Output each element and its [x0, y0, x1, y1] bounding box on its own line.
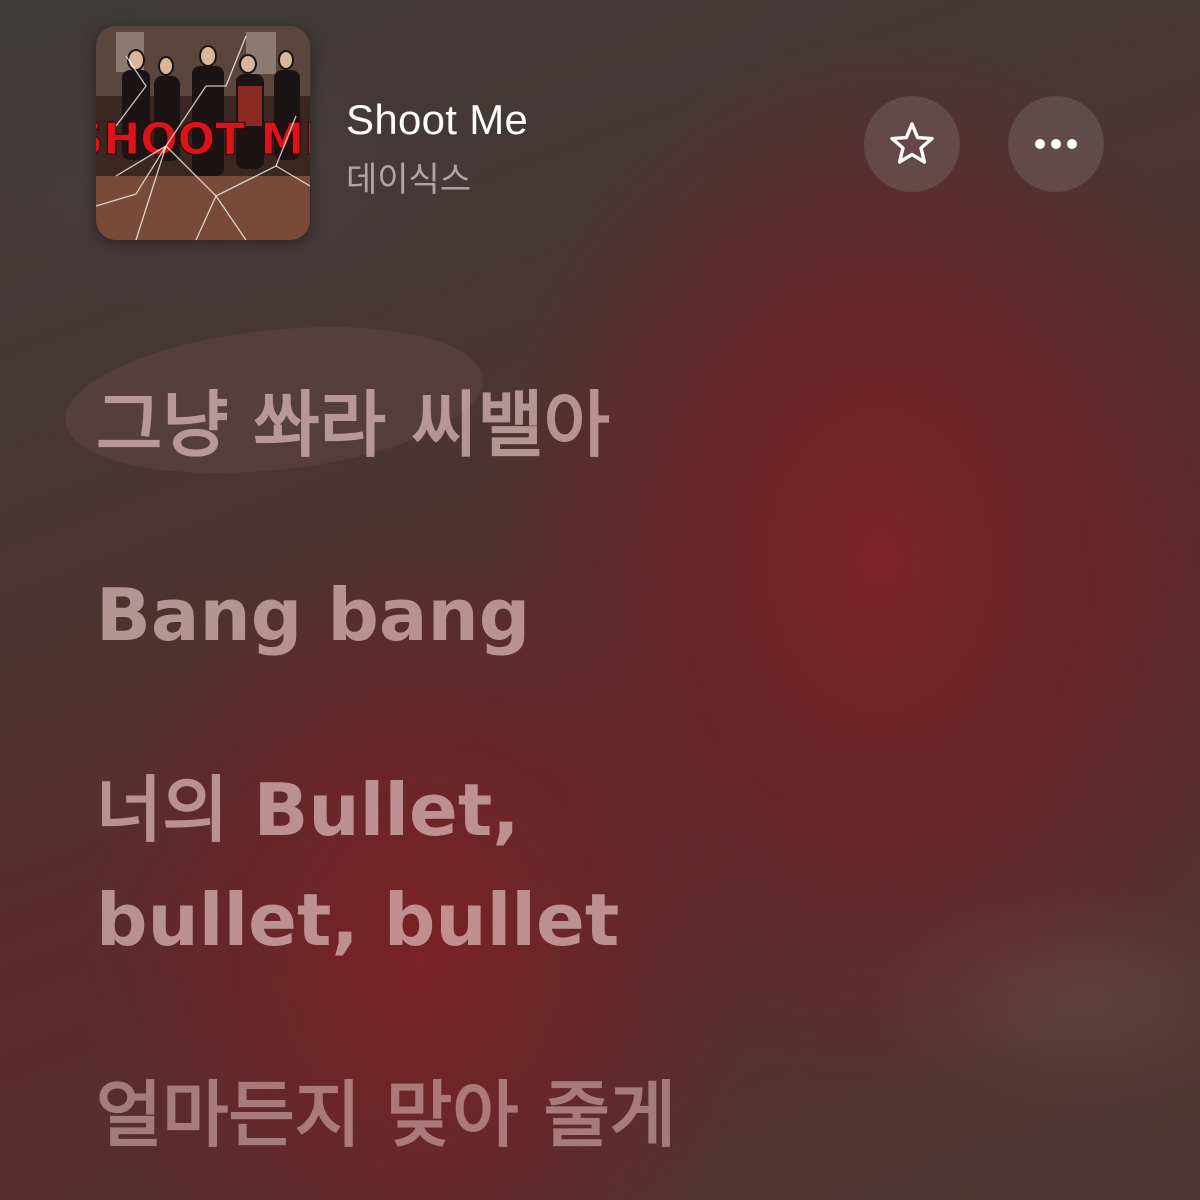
more-options-button[interactable] — [1008, 96, 1104, 192]
album-cover-title: SHOOT ME — [96, 114, 310, 165]
track-artist[interactable]: 데이식스 — [346, 152, 471, 201]
star-outline-icon — [890, 122, 934, 164]
ellipsis-icon — [1035, 139, 1077, 149]
lyric-line[interactable]: 그냥 쏴라 씨밸아 — [96, 375, 610, 475]
album-cover-image: SHOOT ME — [96, 26, 310, 240]
lyric-line[interactable]: 너의 Bullet, bullet, bullet — [96, 755, 619, 975]
album-art[interactable]: SHOOT ME — [96, 26, 310, 240]
lyric-line[interactable]: 얼마든지 맞아 줄게 — [96, 1065, 676, 1165]
track-title: Shoot Me — [346, 96, 529, 143]
lyric-line[interactable]: Bang bang — [96, 565, 530, 665]
favorite-button[interactable] — [864, 96, 960, 192]
